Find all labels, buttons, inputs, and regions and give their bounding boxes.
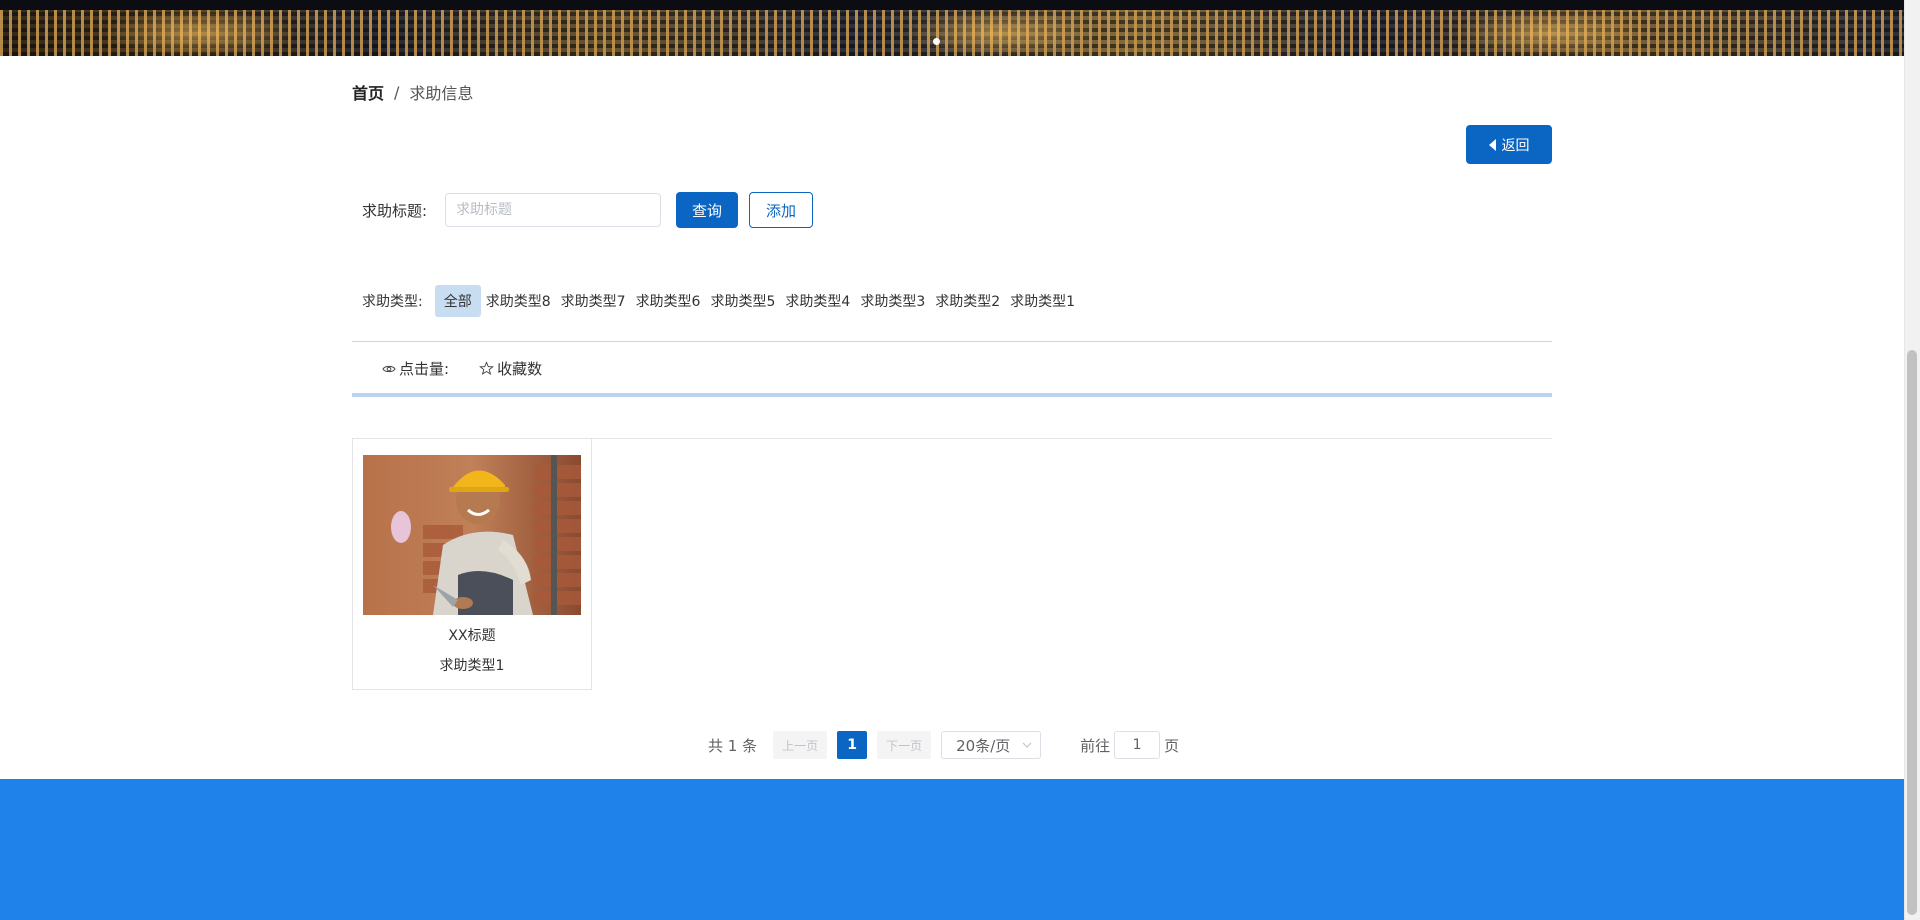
back-button-label: 返回: [1501, 137, 1530, 154]
page-size-value: 20条/页: [956, 736, 1011, 755]
star-icon: [479, 361, 495, 376]
footer: [0, 779, 1904, 920]
banner-glow: [900, 10, 1100, 56]
help-card[interactable]: XX标题 求助类型1: [352, 438, 592, 690]
type-filter-all[interactable]: 全部: [434, 285, 481, 317]
sort-by-clicks[interactable]: 点击量:: [382, 358, 449, 379]
sort-bar-underline: [352, 393, 1552, 397]
type-filter-item[interactable]: 求助类型7: [556, 285, 631, 317]
sort-clicks-label: 点击量:: [399, 360, 450, 378]
goto-suffix: 页: [1164, 736, 1180, 755]
page-jumper: 前往 页: [1080, 731, 1179, 759]
breadcrumb: 首页 / 求助信息: [352, 80, 473, 104]
construction-worker-photo: [363, 455, 581, 615]
sort-favorites-label: 收藏数: [497, 360, 543, 378]
back-button[interactable]: 返回: [1466, 125, 1552, 164]
eye-icon: [382, 364, 396, 374]
type-filter-item[interactable]: 求助类型2: [930, 285, 1005, 317]
type-filter-item[interactable]: 求助类型4: [780, 285, 855, 317]
prev-page-button[interactable]: 上一页: [773, 731, 828, 759]
next-page-button[interactable]: 下一页: [877, 731, 932, 759]
search-label: 求助标题:: [362, 201, 428, 220]
sort-row: 点击量: 收藏数: [382, 358, 572, 379]
breadcrumb-separator: /: [394, 82, 400, 102]
goto-prefix: 前往: [1080, 736, 1111, 755]
page-size-select[interactable]: 20条/页: [941, 731, 1042, 759]
caret-left-icon: [1488, 138, 1496, 151]
query-button[interactable]: 查询: [676, 192, 739, 228]
search-row: 求助标题: 查询 添加: [362, 192, 814, 228]
type-filter-item[interactable]: 求助类型1: [1005, 285, 1080, 317]
add-button[interactable]: 添加: [749, 192, 814, 228]
card-image[interactable]: [363, 455, 581, 615]
carousel-indicator-dot[interactable]: [933, 38, 940, 45]
scrollbar-thumb[interactable]: [1907, 350, 1917, 915]
chevron-down-icon: [1022, 742, 1032, 748]
banner-carousel: [0, 0, 1904, 56]
breadcrumb-home[interactable]: 首页: [352, 80, 384, 104]
type-filter-item[interactable]: 求助类型6: [631, 285, 706, 317]
page-number-current[interactable]: 1: [837, 731, 868, 759]
goto-page-input[interactable]: [1114, 731, 1161, 759]
banner-glow: [100, 10, 300, 56]
filter-divider: [352, 341, 1552, 342]
pagination: 共 1 条 上一页 1 下一页 20条/页 前往 页: [708, 731, 1179, 759]
type-filter-item[interactable]: 求助类型3: [855, 285, 930, 317]
type-filter-row: 求助类型: 全部 求助类型8 求助类型7 求助类型6 求助类型5 求助类型4 求…: [362, 285, 1080, 317]
card-type: 求助类型1: [439, 658, 505, 674]
sort-by-favorites[interactable]: 收藏数: [479, 358, 542, 379]
card-title[interactable]: XX标题: [353, 625, 591, 645]
banner-top-strip: [0, 0, 1904, 10]
type-filter-label: 求助类型:: [362, 294, 423, 310]
banner-glow: [1450, 10, 1650, 56]
search-title-input[interactable]: [445, 193, 662, 227]
type-filter-item[interactable]: 求助类型5: [705, 285, 780, 317]
pagination-total: 共 1 条: [708, 736, 758, 755]
breadcrumb-current: 求助信息: [409, 84, 474, 103]
type-filter-item[interactable]: 求助类型8: [481, 285, 556, 317]
